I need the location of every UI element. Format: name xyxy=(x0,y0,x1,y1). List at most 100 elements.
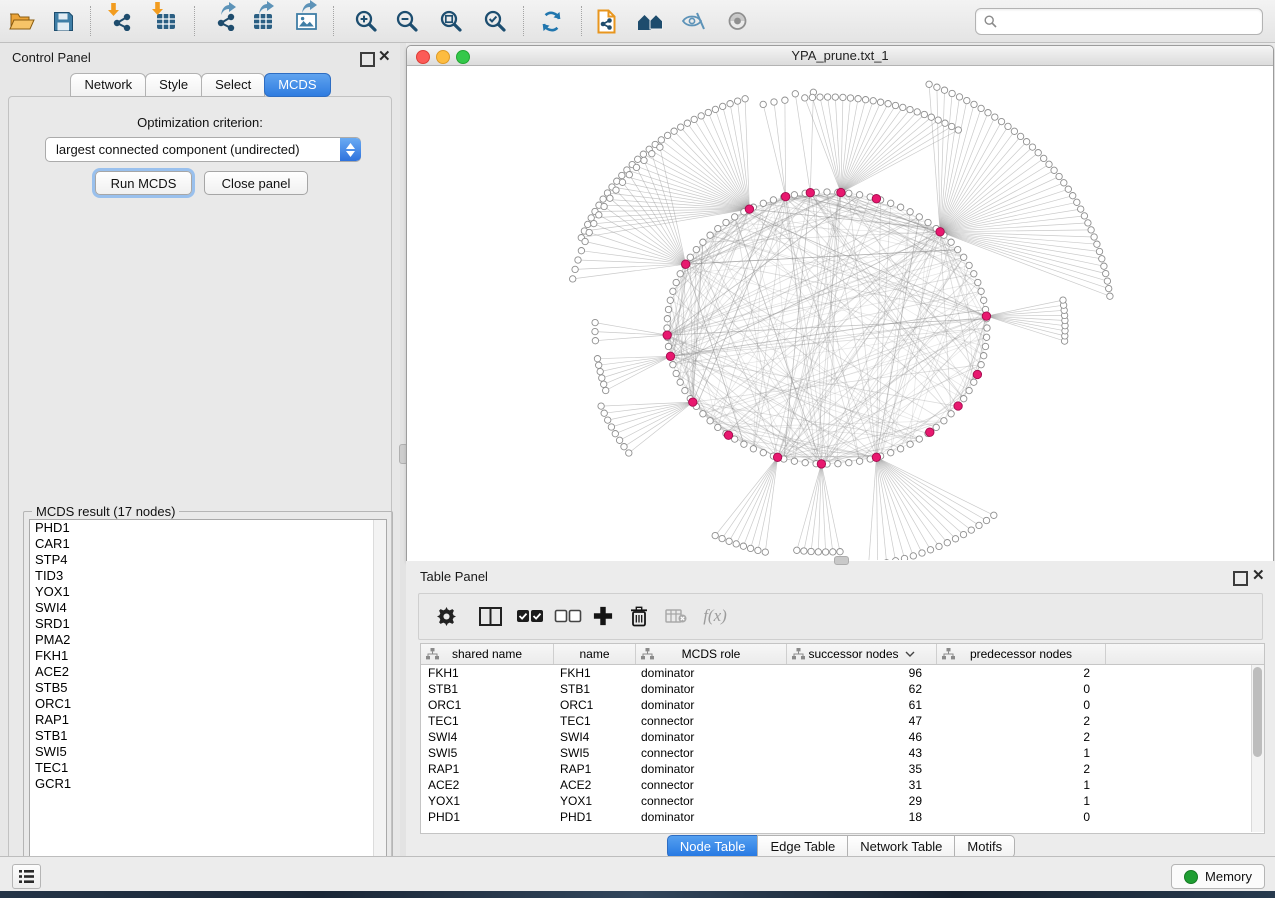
column-header-predecessor-nodes[interactable]: predecessor nodes xyxy=(937,644,1106,664)
table-panel-title: Table Panel xyxy=(420,569,488,584)
save-icon[interactable] xyxy=(45,4,81,38)
mcds-result-item: GCR1 xyxy=(30,776,386,792)
network-view-window: YPA_prune.txt_1 xyxy=(406,45,1274,562)
first-neighbors-icon[interactable] xyxy=(632,4,668,38)
zoom-selected-icon[interactable] xyxy=(477,4,513,38)
tab-motifs[interactable]: Motifs xyxy=(954,835,1015,858)
table-panel: Table Panel ✕ f(x) shared namenameMCDS r… xyxy=(406,561,1275,856)
mcds-result-item: RAP1 xyxy=(30,712,386,728)
network-window-title: YPA_prune.txt_1 xyxy=(407,48,1273,63)
table-settings-gear-icon[interactable] xyxy=(433,601,459,631)
table-row[interactable]: ORC1ORC1dominator610 xyxy=(421,697,1264,713)
cell-predecessor-nodes: 2 xyxy=(933,761,1101,777)
table-panel-close-button[interactable]: ✕ xyxy=(1252,567,1265,585)
export-image-icon[interactable] xyxy=(288,4,324,38)
mcds-result-item: SWI5 xyxy=(30,744,386,760)
status-bar: Memory xyxy=(0,856,1275,892)
mcds-result-list[interactable]: PHD1CAR1STP4TID3YOX1SWI4SRD1PMA2FKH1ACE2… xyxy=(29,519,387,877)
cell-name: SWI5 xyxy=(553,745,634,761)
mcds-result-item: FKH1 xyxy=(30,648,386,664)
toolbar-separator xyxy=(333,6,334,36)
search-input[interactable] xyxy=(997,12,1262,32)
cell-predecessor-nodes: 2 xyxy=(933,665,1101,681)
table-row[interactable]: PHD1PHD1dominator180 xyxy=(421,809,1264,825)
tab-edge-table[interactable]: Edge Table xyxy=(757,835,848,858)
cell-predecessor-nodes: 0 xyxy=(933,809,1101,825)
mcds-result-item: STB1 xyxy=(30,728,386,744)
mcds-result-item: ORC1 xyxy=(30,696,386,712)
table-row[interactable]: TEC1TEC1connector472 xyxy=(421,713,1264,729)
node-table: shared namenameMCDS rolesuccessor nodesp… xyxy=(420,643,1265,834)
table-row[interactable]: YOX1YOX1connector291 xyxy=(421,793,1264,809)
toolbar-separator xyxy=(581,6,582,36)
main-toolbar xyxy=(0,0,1275,43)
mcds-result-item: TID3 xyxy=(30,568,386,584)
memory-button[interactable]: Memory xyxy=(1171,864,1265,889)
hide-selected-icon[interactable] xyxy=(675,4,711,38)
tab-select[interactable]: Select xyxy=(201,73,265,97)
cell-shared-name: ORC1 xyxy=(421,697,553,713)
cell-shared-name: YOX1 xyxy=(421,793,553,809)
table-row[interactable]: FKH1FKH1dominator962 xyxy=(421,665,1264,681)
sort-descending-icon xyxy=(905,651,915,657)
cell-MCDS-role: dominator xyxy=(634,729,784,745)
mcds-list-scrollbar[interactable] xyxy=(373,520,386,876)
mcds-result-item: TEC1 xyxy=(30,760,386,776)
table-row[interactable]: ACE2ACE2connector311 xyxy=(421,777,1264,793)
network-file-icon[interactable] xyxy=(588,4,624,38)
show-all-eye-icon xyxy=(719,4,755,38)
cell-predecessor-nodes: 1 xyxy=(933,777,1101,793)
column-header-name[interactable]: name xyxy=(554,644,636,664)
column-header-MCDS-role[interactable]: MCDS role xyxy=(636,644,787,664)
cell-MCDS-role: dominator xyxy=(634,761,784,777)
table-row[interactable]: STB1STB1dominator620 xyxy=(421,681,1264,697)
zoom-out-icon[interactable] xyxy=(389,4,425,38)
cell-shared-name: PHD1 xyxy=(421,809,553,825)
zoom-fit-icon[interactable] xyxy=(433,4,469,38)
cell-MCDS-role: dominator xyxy=(634,665,784,681)
tab-network-table[interactable]: Network Table xyxy=(847,835,955,858)
table-panel-float-button[interactable] xyxy=(1233,571,1248,586)
refresh-icon[interactable] xyxy=(533,4,569,38)
column-header-successor-nodes[interactable]: successor nodes xyxy=(787,644,937,664)
table-header: shared namenameMCDS rolesuccessor nodesp… xyxy=(421,644,1264,665)
export-table-icon[interactable] xyxy=(245,4,281,38)
network-canvas[interactable] xyxy=(407,66,1271,560)
deselect-all-icon[interactable] xyxy=(552,601,584,631)
table-row[interactable]: SWI5SWI5connector431 xyxy=(421,745,1264,761)
tab-mcds[interactable]: MCDS xyxy=(264,73,330,97)
cell-MCDS-role: connector xyxy=(634,793,784,809)
desktop-wallpaper-strip xyxy=(0,891,1275,898)
float-panel-button[interactable] xyxy=(360,52,375,67)
tab-network[interactable]: Network xyxy=(70,73,146,97)
select-all-icon[interactable] xyxy=(514,601,546,631)
delete-column-trash-icon[interactable] xyxy=(627,601,651,631)
show-columns-icon[interactable] xyxy=(476,601,504,631)
tab-node-table[interactable]: Node Table xyxy=(667,835,759,858)
import-table-icon[interactable] xyxy=(148,4,184,38)
table-row[interactable]: SWI4SWI4dominator462 xyxy=(421,729,1264,745)
mcds-result-item: PMA2 xyxy=(30,632,386,648)
table-scrollbar[interactable] xyxy=(1251,665,1264,832)
cell-predecessor-nodes: 0 xyxy=(933,697,1101,713)
optimization-criterion-select[interactable]: largest connected component (undirected) xyxy=(45,137,361,162)
close-panel-button-2[interactable]: Close panel xyxy=(204,171,308,195)
zoom-in-icon[interactable] xyxy=(348,4,384,38)
cell-successor-nodes: 62 xyxy=(784,681,933,697)
network-window-titlebar[interactable]: YPA_prune.txt_1 xyxy=(407,46,1273,66)
close-panel-button[interactable]: ✕ xyxy=(378,48,391,66)
import-network-icon[interactable] xyxy=(104,4,140,38)
tab-style[interactable]: Style xyxy=(145,73,202,97)
task-history-button[interactable] xyxy=(12,864,41,889)
delete-table-icon xyxy=(662,601,690,631)
column-header-shared-name[interactable]: shared name xyxy=(421,644,554,664)
horizontal-splitter-grip[interactable] xyxy=(834,556,849,565)
export-network-icon[interactable] xyxy=(208,4,244,38)
table-scrollbar-thumb[interactable] xyxy=(1253,667,1262,757)
cell-name: TEC1 xyxy=(553,713,634,729)
table-panel-tabs: Node TableEdge TableNetwork TableMotifs xyxy=(406,835,1275,858)
run-mcds-button[interactable]: Run MCDS xyxy=(95,171,192,195)
open-file-icon[interactable] xyxy=(4,4,40,38)
create-column-plus-icon[interactable] xyxy=(590,601,616,631)
table-row[interactable]: RAP1RAP1dominator352 xyxy=(421,761,1264,777)
